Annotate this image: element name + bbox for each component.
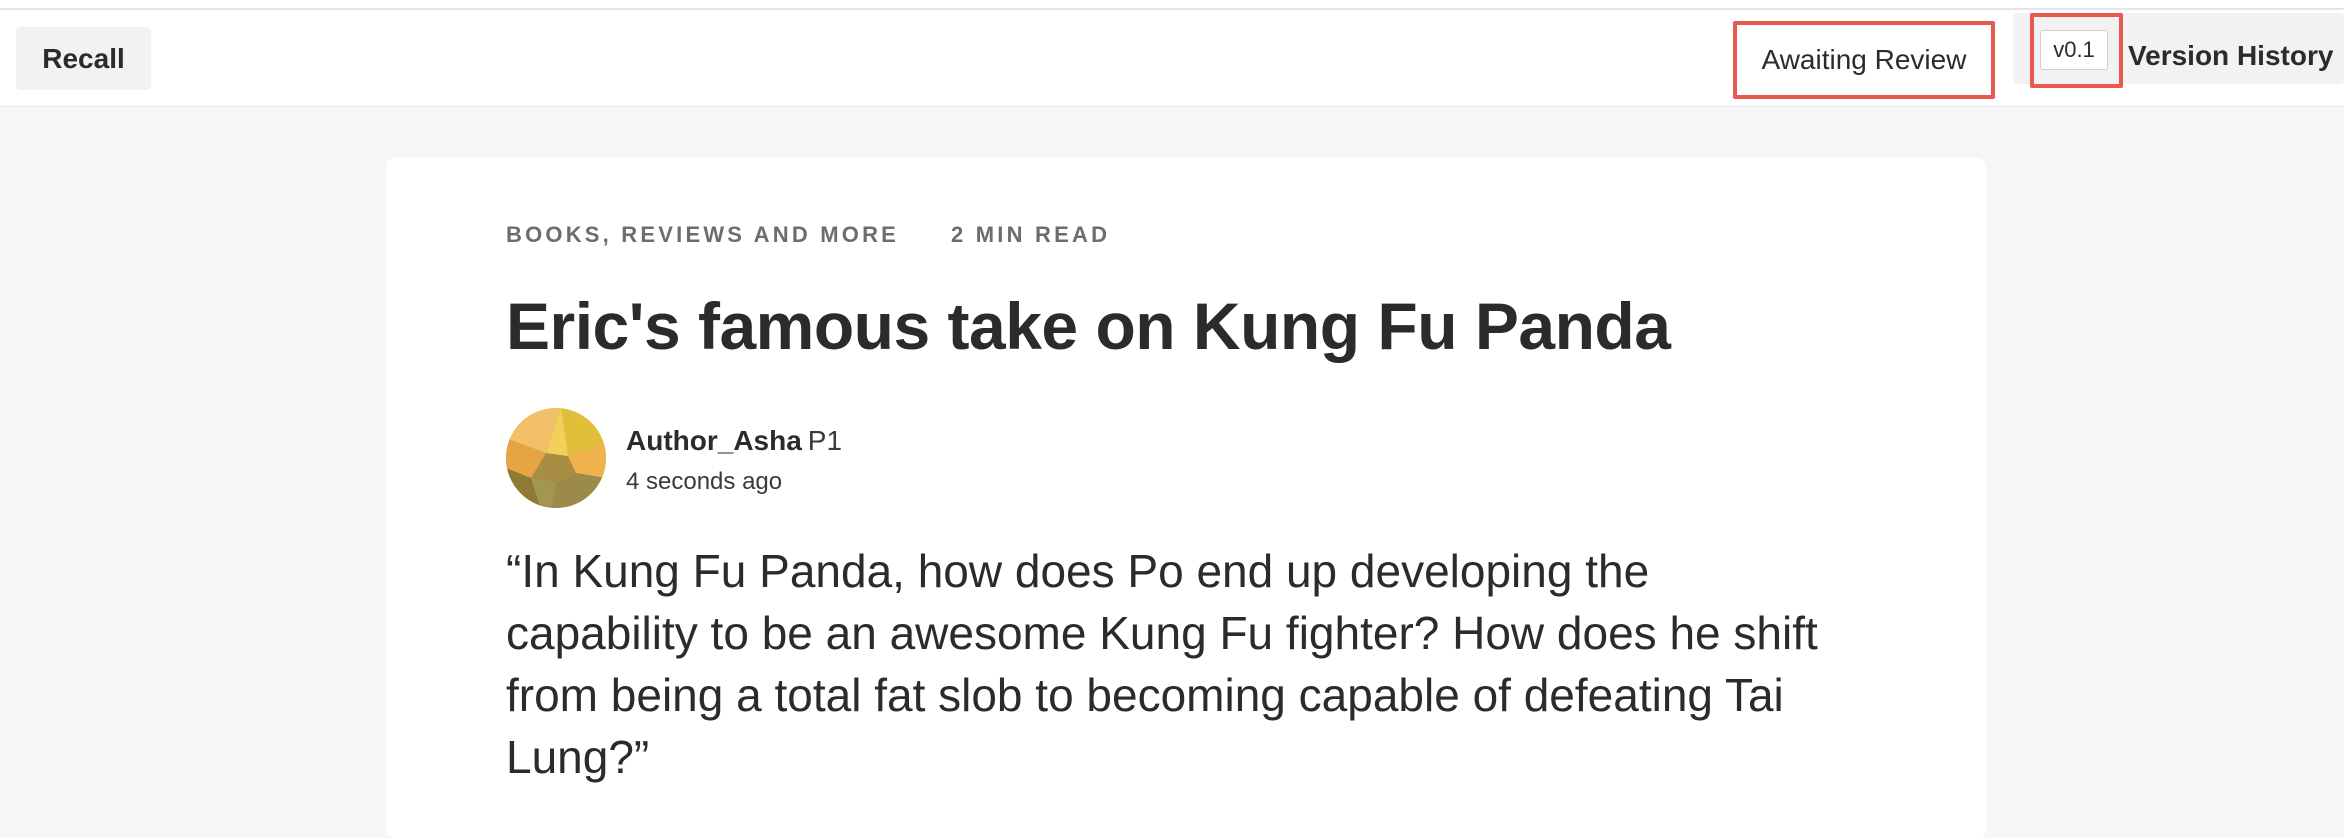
author-name[interactable]: Author_Asha: [626, 425, 802, 456]
article-category: BOOKS, REVIEWS AND MORE: [506, 222, 900, 247]
recall-button[interactable]: Recall: [16, 27, 151, 90]
article-read-time: 2 MIN READ: [951, 222, 1111, 247]
version-history-label[interactable]: Version History: [2128, 40, 2333, 72]
author-badge: P1: [807, 425, 843, 456]
geometric-avatar-icon[interactable]: [506, 408, 606, 508]
author-line: Author_Asha P1: [626, 425, 842, 457]
top-border: [0, 0, 2344, 10]
article-body: “In Kung Fu Panda, how does Po end up de…: [506, 545, 1818, 783]
article-title: Eric's famous take on Kung Fu Panda: [506, 289, 1671, 363]
version-badge: v0.1: [2040, 30, 2108, 70]
article-meta: BOOKS, REVIEWS AND MORE 2 MIN READ: [506, 222, 1110, 248]
toolbar: Recall Awaiting Review: [0, 10, 2344, 107]
status-button[interactable]: Awaiting Review: [1733, 21, 1995, 99]
post-timestamp: 4 seconds ago: [626, 468, 783, 495]
